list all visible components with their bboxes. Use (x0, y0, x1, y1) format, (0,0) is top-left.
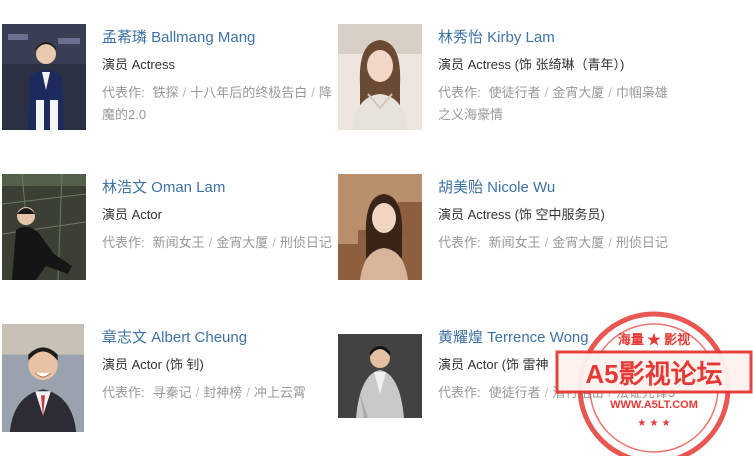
actor-info: 林秀怡 Kirby Lam 演员 Actress (饰 张绮琳（青年）) 代表作… (438, 28, 678, 126)
actor-info: 林浩文 Oman Lam 演员 Actor 代表作: 新闻女王 / 金宵大厦 / 刑侦日记 (102, 178, 342, 254)
work-link[interactable]: 寻秦记 (153, 385, 192, 400)
work-link[interactable]: 潜行狙击 (552, 385, 604, 400)
actor-card-3: 林浩文 Oman Lam 演员 Actor 代表作: 新闻女王 / 金宵大厦 / 刑侦日记 (2, 174, 347, 294)
actor-photo[interactable] (338, 24, 422, 130)
separator: / (608, 235, 612, 250)
work-link[interactable]: 使徒行者 (489, 385, 541, 400)
representative-works: 代表作: 寻秦记 / 封神榜 / 冲上云霄 (102, 382, 342, 404)
separator: / (195, 385, 200, 400)
actor-name-link[interactable]: 黄耀煌 Terrence Wong (438, 328, 678, 348)
actor-photo[interactable] (2, 324, 84, 432)
actor-card-4: 胡美贻 Nicole Wu 演员 Actress (饰 空中服务员) 代表作: 新… (338, 174, 683, 294)
work-link[interactable]: 新闻女王 (489, 235, 541, 250)
works-label: 代表作: (438, 235, 481, 250)
separator: / (246, 385, 250, 400)
actor-card-1: 孟莃璘 Ballmang Mang 演员 Actress 代表作: 铁探 / 十八年后… (2, 24, 347, 144)
actor-name-link[interactable]: 章志文 Albert Cheung (102, 328, 342, 348)
actor-photo[interactable] (338, 174, 422, 280)
separator: / (311, 85, 315, 100)
actor-role: 演员 Actor (饰 雷神 (438, 357, 549, 372)
actor-info: 章志文 Albert Cheung 演员 Actor (饰 钊) 代表作: 寻秦记… (102, 328, 342, 404)
work-link[interactable]: 金宵大厦 (552, 85, 604, 100)
work-link[interactable]: 刑侦日记 (616, 235, 668, 250)
separator: / (544, 235, 549, 250)
separator: / (208, 235, 213, 250)
actor-role: 演员 Actor (饰 钊) (102, 357, 204, 372)
actor-role: 演员 Actor (102, 207, 162, 222)
works-label: 代表作: (438, 385, 481, 400)
actor-photo[interactable] (2, 174, 86, 280)
actor-info: 孟莃璘 Ballmang Mang 演员 Actress 代表作: 铁探 / 十八年后… (102, 28, 342, 126)
work-link[interactable]: 金宵大厦 (552, 235, 604, 250)
separator: / (544, 85, 549, 100)
work-link[interactable]: 法证先锋3 (616, 385, 675, 400)
work-link[interactable]: 刑侦日记 (280, 235, 332, 250)
actor-card-6: 黄耀煌 Terrence Wong 演员 Actor (饰 雷神 代表作: 使徒行… (338, 324, 683, 444)
actor-name-link[interactable]: 孟莃璘 Ballmang Mang (102, 28, 342, 48)
actor-name-link[interactable]: 林浩文 Oman Lam (102, 178, 342, 198)
work-link[interactable]: 金宵大厦 (216, 235, 268, 250)
representative-works: 代表作: 新闻女王 / 金宵大厦 / 刑侦日记 (438, 232, 678, 254)
work-link[interactable]: 使徒行者 (489, 85, 541, 100)
work-link[interactable]: 铁探 (153, 85, 179, 100)
works-label: 代表作: (102, 385, 145, 400)
actor-info: 黄耀煌 Terrence Wong 演员 Actor (饰 雷神 代表作: 使徒行… (438, 328, 678, 404)
actor-card-5: 章志文 Albert Cheung 演员 Actor (饰 钊) 代表作: 寻秦记… (2, 324, 347, 444)
actor-info: 胡美贻 Nicole Wu 演员 Actress (饰 空中服务员) 代表作: 新… (438, 178, 678, 254)
work-link[interactable]: 十八年后的终极告白 (190, 85, 307, 100)
separator: / (608, 385, 612, 400)
actor-photo[interactable] (2, 24, 86, 130)
actor-card-2: 林秀怡 Kirby Lam 演员 Actress (饰 张绮琳（青年）) 代表作… (338, 24, 683, 144)
actor-name-link[interactable]: 林秀怡 Kirby Lam (438, 28, 678, 48)
separator: / (544, 385, 549, 400)
work-link[interactable]: 封神榜 (203, 385, 242, 400)
actor-role: 演员 Actress (102, 57, 175, 72)
actor-name-link[interactable]: 胡美贻 Nicole Wu (438, 178, 678, 198)
representative-works: 代表作: 使徒行者 / 潜行狙击 / 法证先锋3 (438, 382, 678, 404)
works-label: 代表作: (438, 85, 481, 100)
actor-role: 演员 Actress (饰 空中服务员) (438, 207, 605, 222)
separator: / (182, 85, 187, 100)
work-link[interactable]: 新闻女王 (153, 235, 205, 250)
actor-role: 演员 Actress (饰 张绮琳（青年）) (438, 57, 625, 72)
representative-works: 代表作: 铁探 / 十八年后的终极告白 / 降魔的2.0 (102, 82, 342, 126)
work-link[interactable]: 冲上云霄 (254, 385, 306, 400)
works-label: 代表作: (102, 85, 145, 100)
works-label: 代表作: (102, 235, 145, 250)
separator: / (272, 235, 276, 250)
representative-works: 代表作: 使徒行者 / 金宵大厦 / 巾帼枭雄之义海豪情 (438, 82, 678, 126)
separator: / (608, 85, 612, 100)
actor-photo[interactable] (338, 334, 422, 418)
representative-works: 代表作: 新闻女王 / 金宵大厦 / 刑侦日记 (102, 232, 342, 254)
